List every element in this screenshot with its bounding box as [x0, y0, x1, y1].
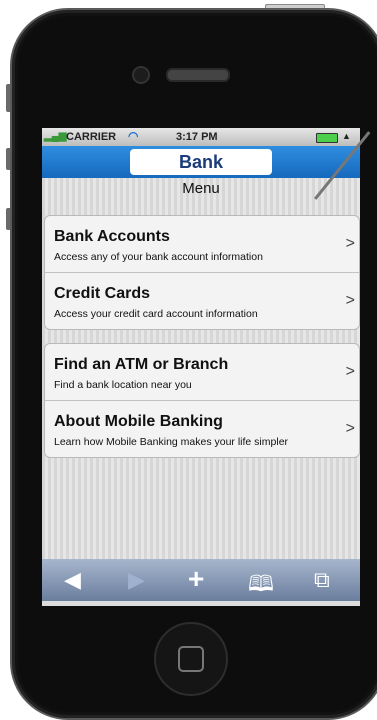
status-time: 3:17 PM — [176, 131, 218, 143]
bookmarks-icon[interactable]: 🕮 — [248, 567, 274, 605]
chevron-right-icon: > — [345, 363, 355, 380]
status-bar: ▂▄▆ CARRIER ◠ 3:17 PM ▲ — [42, 128, 360, 146]
wifi-icon: ◠ — [128, 129, 139, 143]
chevron-right-icon: > — [345, 420, 355, 437]
menu-item-title: Find an ATM or Branch — [54, 356, 229, 373]
carrier-name: CARRIER — [66, 131, 117, 143]
home-square-icon — [178, 646, 204, 672]
menu-item-subtitle: Learn how Mobile Banking makes your life… — [54, 436, 289, 448]
signal-bars-icon: ▂▄▆ — [44, 131, 67, 142]
location-arrow-icon: ▲ — [342, 131, 351, 141]
menu-item-title: Credit Cards — [54, 285, 151, 302]
menu-item-subtitle: Access your credit card account informat… — [54, 308, 258, 320]
chevron-right-icon: > — [345, 235, 355, 252]
chevron-right-icon: > — [345, 292, 355, 309]
forward-arrow-icon[interactable]: ▶ — [128, 567, 145, 593]
front-camera — [132, 66, 150, 84]
content-area: Menu Bank Accounts Access any of your ba… — [42, 178, 360, 559]
tabs-icon[interactable]: ⧉ — [314, 567, 330, 593]
back-arrow-icon[interactable]: ◀ — [64, 567, 81, 593]
menu-item-title: Bank Accounts — [54, 228, 170, 245]
menu-label: Menu — [182, 180, 220, 197]
add-icon[interactable]: + — [188, 563, 204, 595]
home-button[interactable] — [154, 622, 228, 696]
menu-item-bank-accounts[interactable]: Bank Accounts Access any of your bank ac… — [45, 216, 359, 273]
menu-group-info: Find an ATM or Branch Find a bank locati… — [44, 343, 360, 458]
menu-item-subtitle: Find a bank location near you — [54, 379, 192, 391]
menu-item-about-mobile-banking[interactable]: About Mobile Banking Learn how Mobile Ba… — [45, 401, 359, 457]
screen: ▂▄▆ CARRIER ◠ 3:17 PM ▲ Bank Menu Bank A… — [42, 128, 360, 606]
menu-item-credit-cards[interactable]: Credit Cards Access your credit card acc… — [45, 273, 359, 329]
earpiece-speaker — [166, 68, 230, 82]
menu-item-subtitle: Access any of your bank account informat… — [54, 251, 263, 263]
menu-item-title: About Mobile Banking — [54, 413, 223, 430]
menu-group-accounts: Bank Accounts Access any of your bank ac… — [44, 215, 360, 330]
page-title: Bank — [130, 149, 272, 175]
battery-icon — [316, 133, 338, 143]
menu-item-find-atm[interactable]: Find an ATM or Branch Find a bank locati… — [45, 344, 359, 401]
browser-toolbar: ◀ ▶ + 🕮 ⧉ — [42, 559, 360, 601]
nav-bar: Bank — [42, 146, 360, 178]
